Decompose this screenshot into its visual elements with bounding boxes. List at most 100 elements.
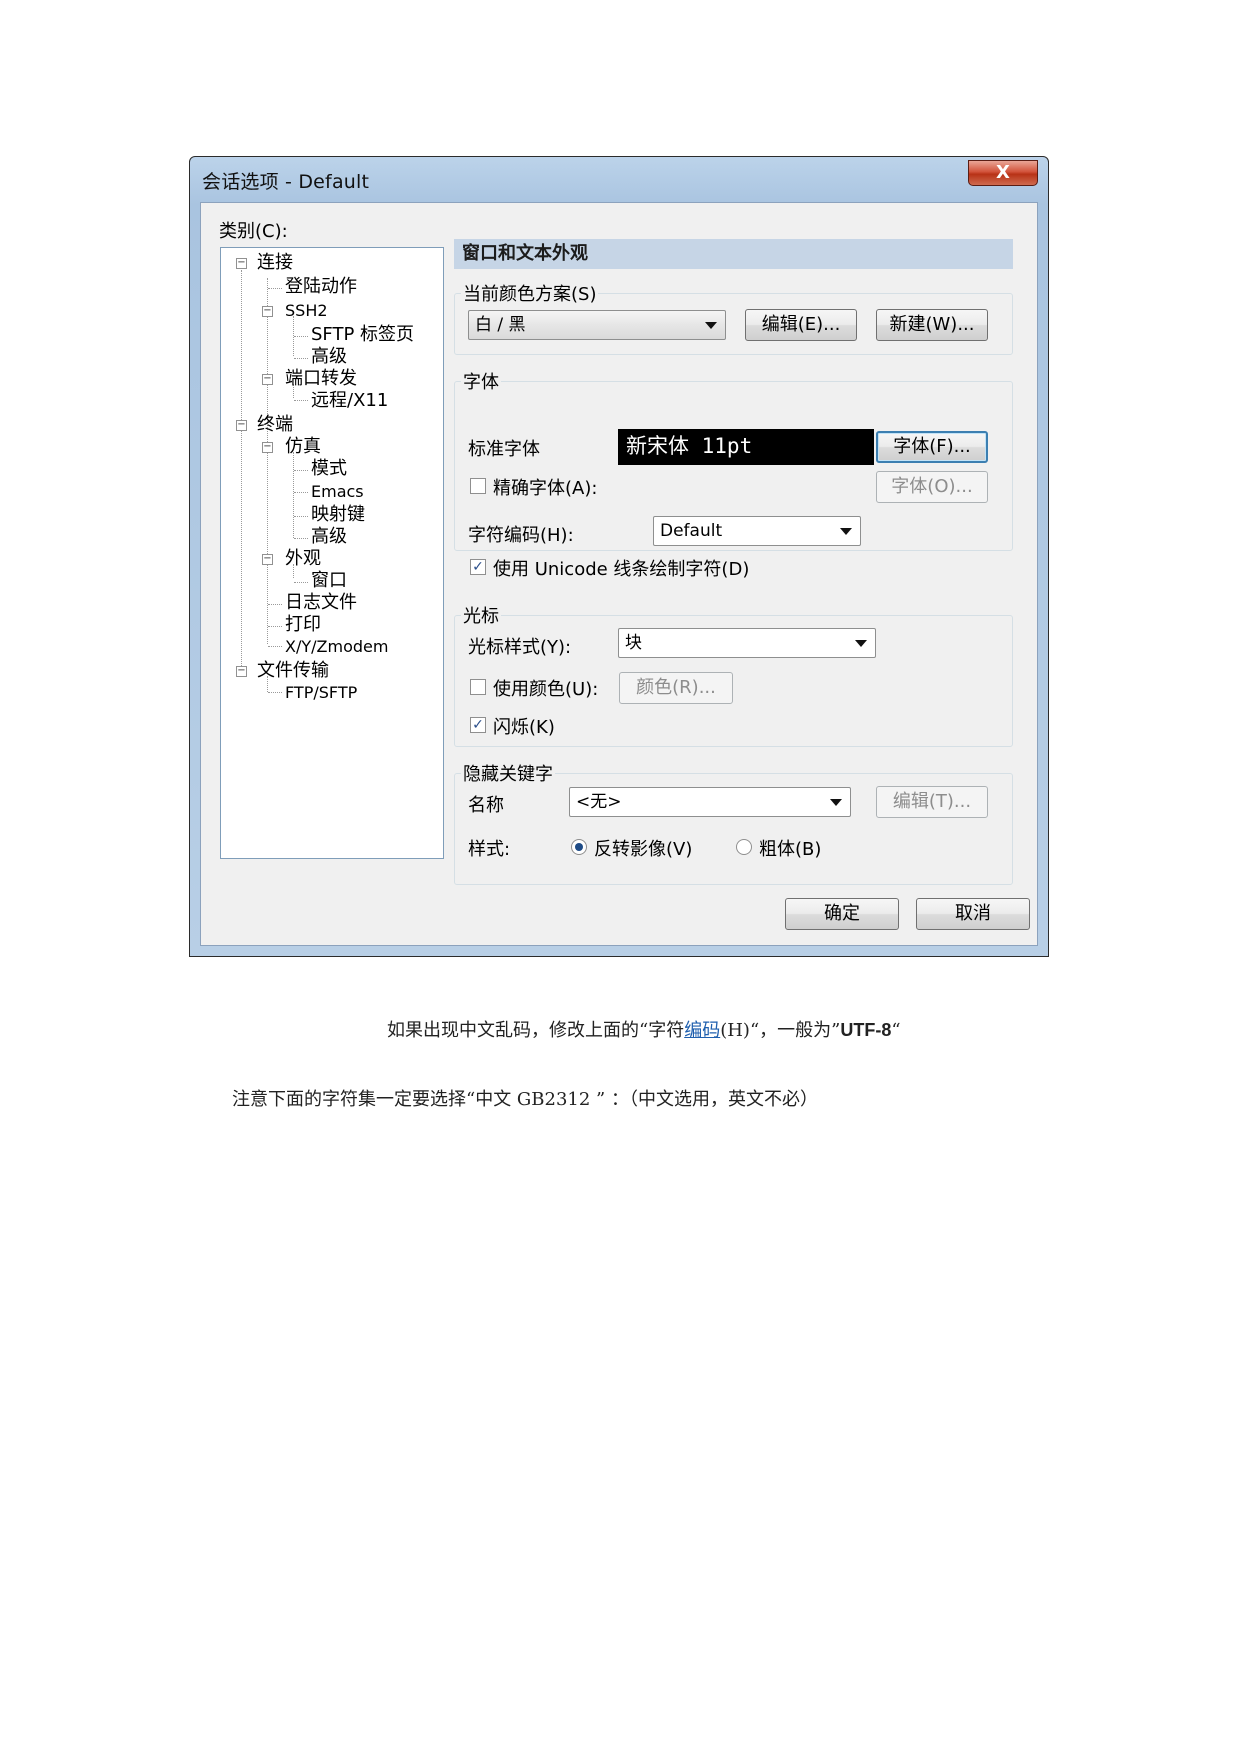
section-title: 窗口和文本外观 xyxy=(454,239,1013,269)
cursor-color-button[interactable]: 颜色(R)... xyxy=(619,672,733,704)
keyword-name-label: 名称 xyxy=(468,795,504,816)
utf8-emphasis: UTF-8 xyxy=(840,1020,892,1040)
chevron-down-icon xyxy=(855,640,867,647)
precise-font-checkbox[interactable] xyxy=(470,478,486,494)
tree-line xyxy=(293,452,294,538)
tree-line xyxy=(294,538,308,539)
reverse-video-label: 反转影像(V) xyxy=(594,839,693,860)
blink-label: 闪烁(K) xyxy=(493,717,555,738)
tree-item-mapped-keys[interactable]: 映射键 xyxy=(311,504,365,526)
tree-item-ssh2-advanced[interactable]: 高级 xyxy=(311,346,347,368)
unicode-checkbox[interactable]: ✓ xyxy=(470,559,486,575)
window-title: 会话选项 - Default xyxy=(202,171,370,193)
tree-item-emacs[interactable]: Emacs xyxy=(311,481,364,503)
tree-line xyxy=(294,582,308,583)
font-preview: 新宋体 11pt xyxy=(618,429,874,465)
keyword-edit-button[interactable]: 编辑(T)... xyxy=(876,786,988,818)
tree-line xyxy=(268,288,282,289)
tree-line xyxy=(294,358,308,359)
tree-item-remote-x11[interactable]: 远程/X11 xyxy=(311,390,388,412)
tree-line xyxy=(294,470,308,471)
title-bar[interactable]: 会话选项 - Default X xyxy=(190,157,1048,201)
tree-item-window[interactable]: 窗口 xyxy=(311,570,347,592)
bold-label: 粗体(B) xyxy=(759,839,822,860)
encoding-label: 字符编码(H): xyxy=(468,525,574,546)
standard-font-label: 标准字体 xyxy=(468,439,540,460)
precise-font-button[interactable]: 字体(O)... xyxy=(876,471,988,503)
tree-item-login-actions[interactable]: 登陆动作 xyxy=(285,276,357,298)
collapse-icon[interactable]: − xyxy=(236,666,247,677)
color-scheme-value: 白 / 黑 xyxy=(475,315,526,335)
tree-item-sftp-tab[interactable]: SFTP 标签页 xyxy=(311,324,414,346)
encoding-link[interactable]: 编码 xyxy=(684,1020,720,1041)
cursor-style-value: 块 xyxy=(625,633,642,653)
tree-line xyxy=(241,270,242,670)
tree-line xyxy=(294,400,308,401)
use-color-label: 使用颜色(U): xyxy=(493,679,599,700)
close-button[interactable]: X xyxy=(968,160,1038,186)
edit-scheme-button[interactable]: 编辑(E)... xyxy=(745,309,857,341)
cancel-button[interactable]: 取消 xyxy=(916,898,1030,930)
reverse-video-radio[interactable] xyxy=(571,839,587,855)
collapse-icon[interactable]: − xyxy=(262,306,273,317)
cursor-style-select[interactable]: 块 xyxy=(618,628,876,658)
chevron-down-icon xyxy=(705,322,717,329)
font-button[interactable]: 字体(F)... xyxy=(876,431,988,463)
instruction-line-1-b: (H)“，一般为” xyxy=(720,1020,841,1041)
category-label: 类别(C): xyxy=(219,221,288,242)
tree-item-modes[interactable]: 模式 xyxy=(311,458,347,480)
tree-line xyxy=(294,336,308,337)
tree-line xyxy=(268,626,282,627)
tree-line xyxy=(267,278,268,644)
collapse-icon[interactable]: − xyxy=(236,258,247,269)
tree-item-print[interactable]: 打印 xyxy=(285,614,321,636)
instruction-line-1-c: “ xyxy=(891,1020,901,1041)
tree-item-ssh2[interactable]: SSH2 xyxy=(285,300,328,322)
keyword-name-select[interactable]: <无> xyxy=(569,787,851,817)
tree-item-emulation-advanced[interactable]: 高级 xyxy=(311,526,347,548)
tree-item-appearance[interactable]: 外观 xyxy=(285,548,321,570)
chevron-down-icon xyxy=(840,528,852,535)
tree-item-emulation[interactable]: 仿真 xyxy=(285,436,321,458)
color-scheme-group-label: 当前颜色方案(S) xyxy=(461,280,599,306)
instruction-line-1-a: 如果出现中文乱码，修改上面的“字符 xyxy=(387,1020,685,1041)
use-color-checkbox[interactable] xyxy=(470,679,486,695)
bold-radio[interactable] xyxy=(736,839,752,855)
tree-item-file-transfer[interactable]: 文件传输 xyxy=(257,660,329,682)
encoding-value: Default xyxy=(660,521,723,541)
keyword-name-value: <无> xyxy=(576,792,622,812)
chevron-down-icon xyxy=(830,799,842,806)
collapse-icon[interactable]: − xyxy=(236,420,247,431)
keyword-style-label: 样式: xyxy=(468,839,511,860)
tree-line xyxy=(294,492,308,493)
tree-item-connection[interactable]: 连接 xyxy=(257,252,293,274)
ok-button[interactable]: 确定 xyxy=(785,898,899,930)
tree-line xyxy=(268,646,282,647)
keyword-group-label: 隐藏关键字 xyxy=(461,760,555,786)
instruction-line-1: 如果出现中文乱码，修改上面的“字符编码(H)“，一般为”UTF-8“ xyxy=(387,1016,901,1042)
collapse-icon[interactable]: − xyxy=(262,554,273,565)
tree-line xyxy=(294,516,308,517)
tree-item-terminal[interactable]: 终端 xyxy=(257,414,293,436)
tree-item-log-file[interactable]: 日志文件 xyxy=(285,592,357,614)
cursor-group-label: 光标 xyxy=(461,602,501,628)
encoding-select[interactable]: Default xyxy=(653,516,861,546)
collapse-icon[interactable]: − xyxy=(262,442,273,453)
tree-item-port-forwarding[interactable]: 端口转发 xyxy=(285,368,357,390)
font-group-label: 字体 xyxy=(461,368,501,394)
blink-checkbox[interactable]: ✓ xyxy=(470,717,486,733)
tree-line xyxy=(268,604,282,605)
category-tree[interactable]: − 连接 登陆动作 − SSH2 SFTP 标签页 高级 − 端口转发 远程/X… xyxy=(220,247,444,859)
tree-line xyxy=(268,692,282,693)
unicode-label: 使用 Unicode 线条绘制字符(D) xyxy=(493,559,750,580)
color-scheme-select[interactable]: 白 / 黑 xyxy=(468,310,726,340)
tree-item-ftp-sftp[interactable]: FTP/SFTP xyxy=(285,682,357,704)
new-scheme-button[interactable]: 新建(W)... xyxy=(876,309,988,341)
precise-font-label: 精确字体(A): xyxy=(493,478,598,499)
tree-item-xyzmodem[interactable]: X/Y/Zmodem xyxy=(285,636,388,658)
session-options-dialog: 会话选项 - Default X 类别(C): − 连接 登陆动作 − SSH2… xyxy=(189,156,1049,957)
collapse-icon[interactable]: − xyxy=(262,374,273,385)
cursor-style-label: 光标样式(Y): xyxy=(468,637,572,658)
instruction-line-2: 注意下面的字符集一定要选择“中文 GB2312 ” ：（中文选用，英文不必） xyxy=(232,1089,818,1110)
dialog-client-area: 类别(C): − 连接 登陆动作 − SSH2 SFTP 标签页 高级 − 端口… xyxy=(200,202,1038,946)
